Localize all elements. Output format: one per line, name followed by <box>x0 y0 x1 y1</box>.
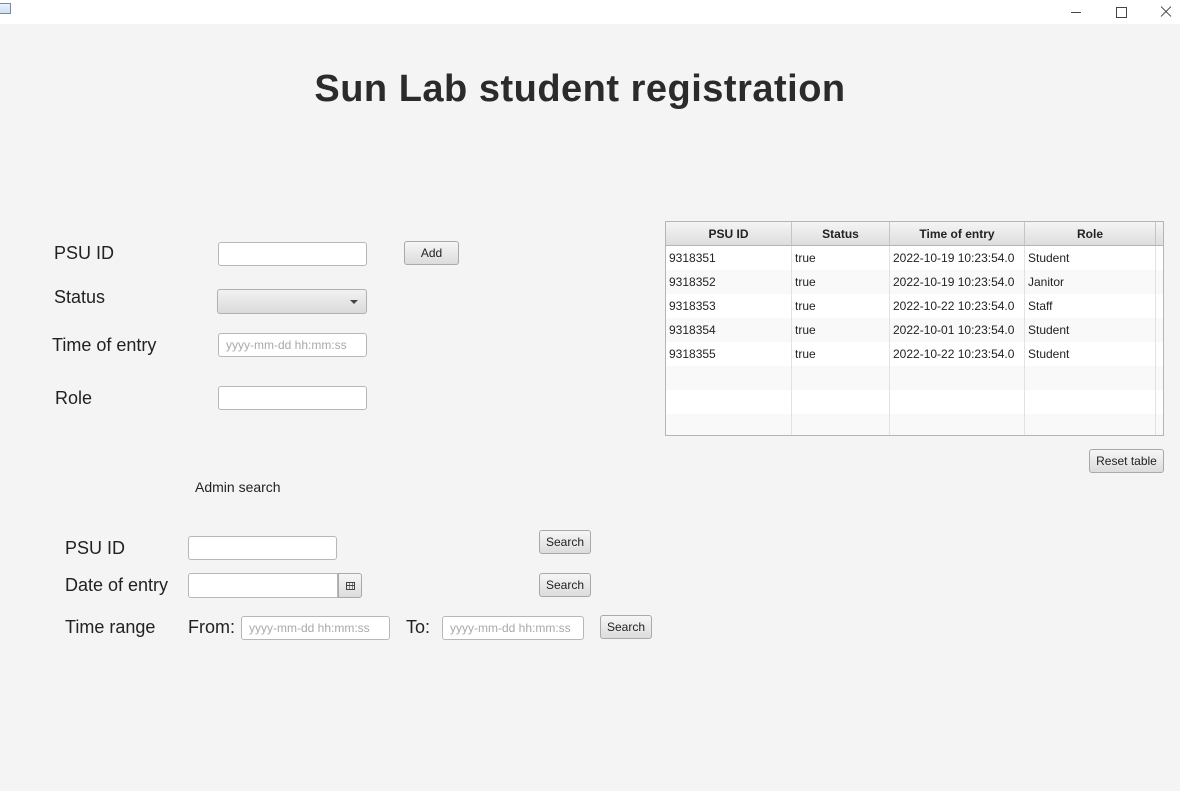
cell-empty <box>666 390 792 414</box>
page-title: Sun Lab student registration <box>314 68 846 110</box>
role-label: Role <box>55 388 93 408</box>
table-row[interactable]: 9318352 true 2022-10-19 10:23:54.0 Janit… <box>666 270 1163 294</box>
cell-psu-id: 9318355 <box>666 342 792 366</box>
time-of-entry-label: Time of entry <box>52 335 157 355</box>
search-date-button[interactable]: Search <box>539 573 591 597</box>
table-row-empty <box>666 366 1163 390</box>
cell-role: Janitor <box>1025 270 1156 294</box>
status-combobox[interactable] <box>217 289 367 314</box>
maximize-icon <box>1115 6 1127 18</box>
chevron-down-icon <box>350 300 358 304</box>
cell-empty <box>890 366 1025 390</box>
column-header-status[interactable]: Status <box>792 222 890 245</box>
cell-status: true <box>792 270 890 294</box>
table-row[interactable]: 9318353 true 2022-10-22 10:23:54.0 Staff <box>666 294 1163 318</box>
to-time-input[interactable] <box>442 616 584 640</box>
window-titlebar <box>0 0 1180 24</box>
from-label: From: <box>188 617 235 637</box>
minimize-button[interactable] <box>1053 0 1099 24</box>
table-row[interactable]: 9318355 true 2022-10-22 10:23:54.0 Stude… <box>666 342 1163 366</box>
cell-time-of-entry: 2022-10-22 10:23:54.0 <box>890 342 1025 366</box>
column-header-filler <box>1156 222 1163 245</box>
cell-empty <box>1025 390 1156 414</box>
cell-psu-id: 9318353 <box>666 294 792 318</box>
cell-role: Student <box>1025 342 1156 366</box>
cell-empty <box>666 414 792 435</box>
psu-id-label: PSU ID <box>54 243 115 263</box>
add-button[interactable]: Add <box>404 241 459 265</box>
cell-status: true <box>792 246 890 270</box>
cell-empty <box>792 414 890 435</box>
time-of-entry-input[interactable] <box>218 333 367 357</box>
cell-psu-id: 9318354 <box>666 318 792 342</box>
column-header-time-of-entry[interactable]: Time of entry <box>890 222 1025 245</box>
table-row-empty <box>666 414 1163 435</box>
to-label: To: <box>406 617 431 637</box>
cell-empty <box>890 390 1025 414</box>
cell-role: Student <box>1025 246 1156 270</box>
admin-psu-id-input[interactable] <box>188 536 337 560</box>
minimize-icon <box>1071 11 1081 13</box>
psu-id-input[interactable] <box>218 242 367 266</box>
cell-status: true <box>792 318 890 342</box>
time-range-label: Time range <box>65 617 156 637</box>
cell-empty <box>792 390 890 414</box>
date-of-entry-label: Date of entry <box>65 575 169 595</box>
column-header-role[interactable]: Role <box>1025 222 1156 245</box>
table-row[interactable]: 9318354 true 2022-10-01 10:23:54.0 Stude… <box>666 318 1163 342</box>
cell-role: Student <box>1025 318 1156 342</box>
cell-role: Staff <box>1025 294 1156 318</box>
calendar-icon <box>345 581 355 590</box>
role-input[interactable] <box>218 386 367 410</box>
records-table[interactable]: PSU ID Status Time of entry Role 9318351… <box>665 221 1164 436</box>
cell-psu-id: 9318352 <box>666 270 792 294</box>
table-header: PSU ID Status Time of entry Role <box>666 222 1163 246</box>
date-of-entry-picker[interactable] <box>188 573 362 598</box>
app-icon <box>0 3 11 14</box>
cell-time-of-entry: 2022-10-01 10:23:54.0 <box>890 318 1025 342</box>
cell-time-of-entry: 2022-10-19 10:23:54.0 <box>890 270 1025 294</box>
cell-time-of-entry: 2022-10-19 10:23:54.0 <box>890 246 1025 270</box>
status-label: Status <box>54 287 106 307</box>
admin-psu-id-label: PSU ID <box>65 538 126 558</box>
table-row[interactable]: 9318351 true 2022-10-19 10:23:54.0 Stude… <box>666 246 1163 270</box>
close-icon <box>1160 6 1172 18</box>
cell-psu-id: 9318351 <box>666 246 792 270</box>
column-header-psu-id[interactable]: PSU ID <box>666 222 792 245</box>
table-body: 9318351 true 2022-10-19 10:23:54.0 Stude… <box>666 246 1163 435</box>
from-time-input[interactable] <box>241 616 390 640</box>
table-row-empty <box>666 390 1163 414</box>
cell-empty <box>890 414 1025 435</box>
close-button[interactable] <box>1143 0 1180 24</box>
search-psu-id-button[interactable]: Search <box>539 530 591 554</box>
calendar-button[interactable] <box>338 573 362 598</box>
cell-empty <box>666 366 792 390</box>
cell-status: true <box>792 342 890 366</box>
cell-empty <box>792 366 890 390</box>
cell-time-of-entry: 2022-10-22 10:23:54.0 <box>890 294 1025 318</box>
admin-search-heading: Admin search <box>195 479 281 495</box>
cell-status: true <box>792 294 890 318</box>
maximize-button[interactable] <box>1098 0 1144 24</box>
search-time-range-button[interactable]: Search <box>600 615 652 639</box>
cell-empty <box>1025 366 1156 390</box>
reset-table-button[interactable]: Reset table <box>1089 449 1164 473</box>
date-of-entry-input[interactable] <box>188 573 338 598</box>
cell-empty <box>1025 414 1156 435</box>
